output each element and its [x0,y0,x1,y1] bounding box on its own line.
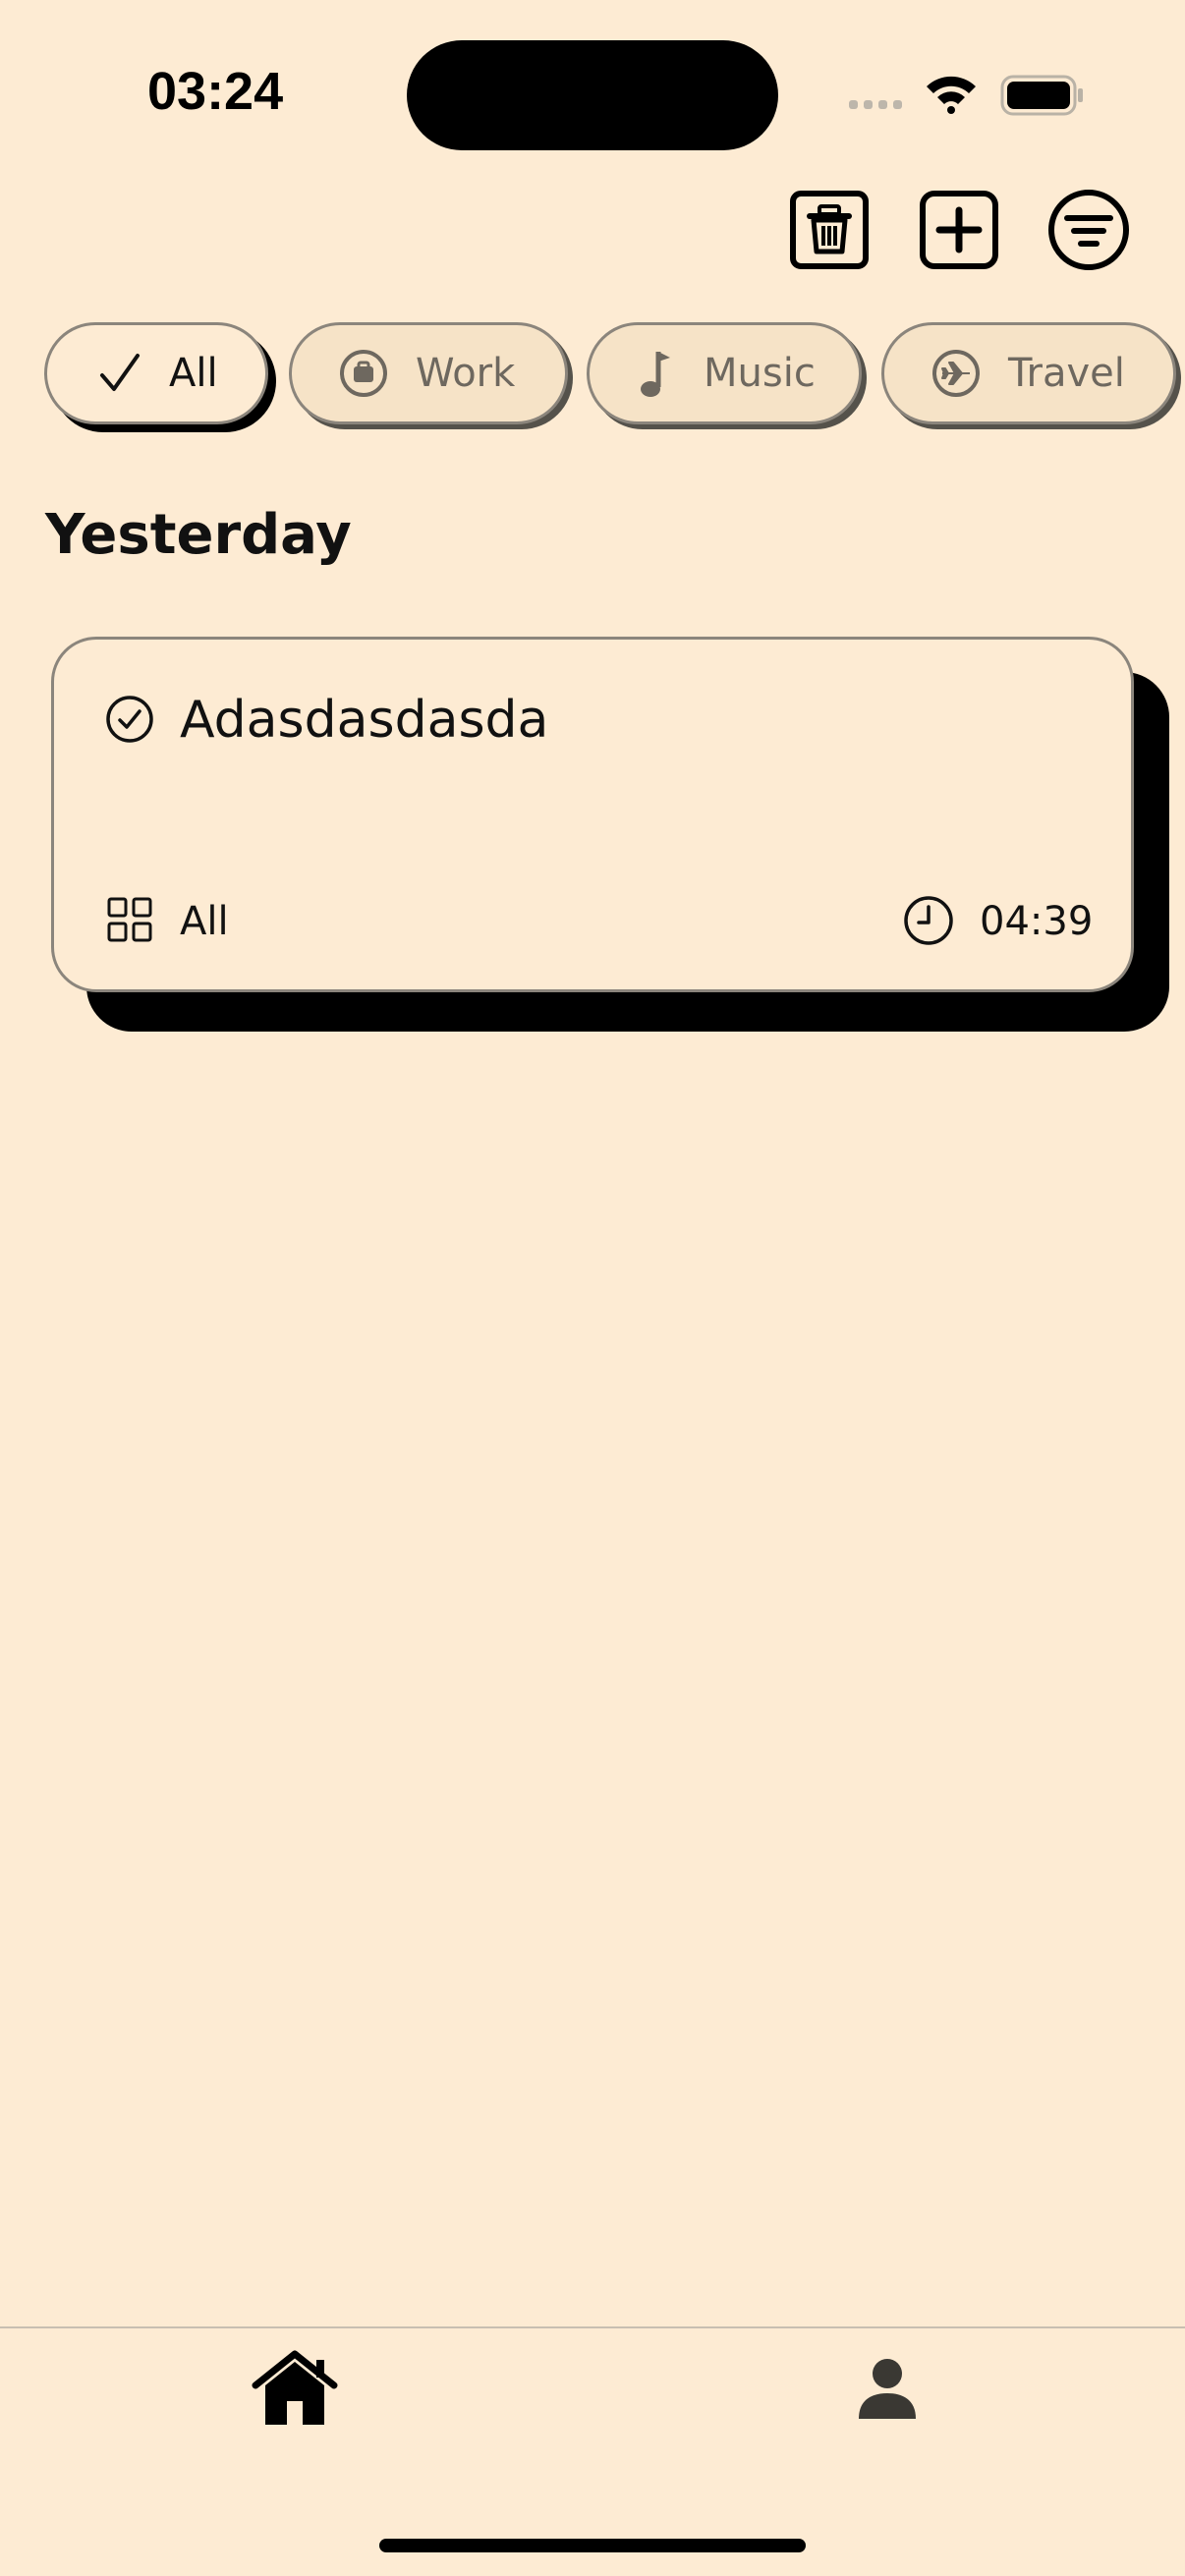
category-chip-travel[interactable]: Travel [881,322,1176,424]
category-chip-label: Music [704,351,816,396]
wifi-icon [927,76,976,114]
category-chip-all[interactable]: All [44,322,268,424]
trash-icon [790,191,869,269]
home-indicator[interactable] [379,2539,806,2552]
category-chip-label: Travel [1008,351,1125,396]
music-note-icon [641,352,670,397]
task-title: Adasdasdasda [180,691,549,750]
task-category: All [180,899,229,944]
briefcase-icon [340,350,387,397]
home-icon [252,2350,338,2425]
status-bar-time: 03:24 [147,62,284,121]
clock-icon [904,896,953,945]
add-task-button[interactable] [920,191,998,269]
category-chip-music[interactable]: Music [587,322,862,424]
cellular-signal-icon [849,100,902,109]
category-chip-label: All [169,351,218,396]
battery-icon [1000,75,1083,116]
task-card[interactable]: Adasdasdasda All 04:39 [51,637,1134,992]
dynamic-island [407,40,778,150]
checkmark-icon [100,354,140,391]
tab-profile[interactable] [855,2356,920,2425]
grid-icon [107,897,152,942]
plus-square-icon [920,191,998,269]
section-title: Yesterday [45,503,352,567]
person-icon [859,2359,916,2419]
tab-home[interactable] [252,2350,338,2431]
airplane-icon [932,350,980,397]
task-time: 04:39 [980,899,1094,944]
category-filter-bar: All Work Music Travel [0,322,1185,440]
check-circle-icon[interactable] [105,695,154,744]
category-chip-work[interactable]: Work [289,322,568,424]
filter-lines-icon [1048,190,1129,270]
delete-button[interactable] [790,191,869,269]
filter-button[interactable] [1047,189,1130,271]
category-chip-label: Work [416,351,516,396]
